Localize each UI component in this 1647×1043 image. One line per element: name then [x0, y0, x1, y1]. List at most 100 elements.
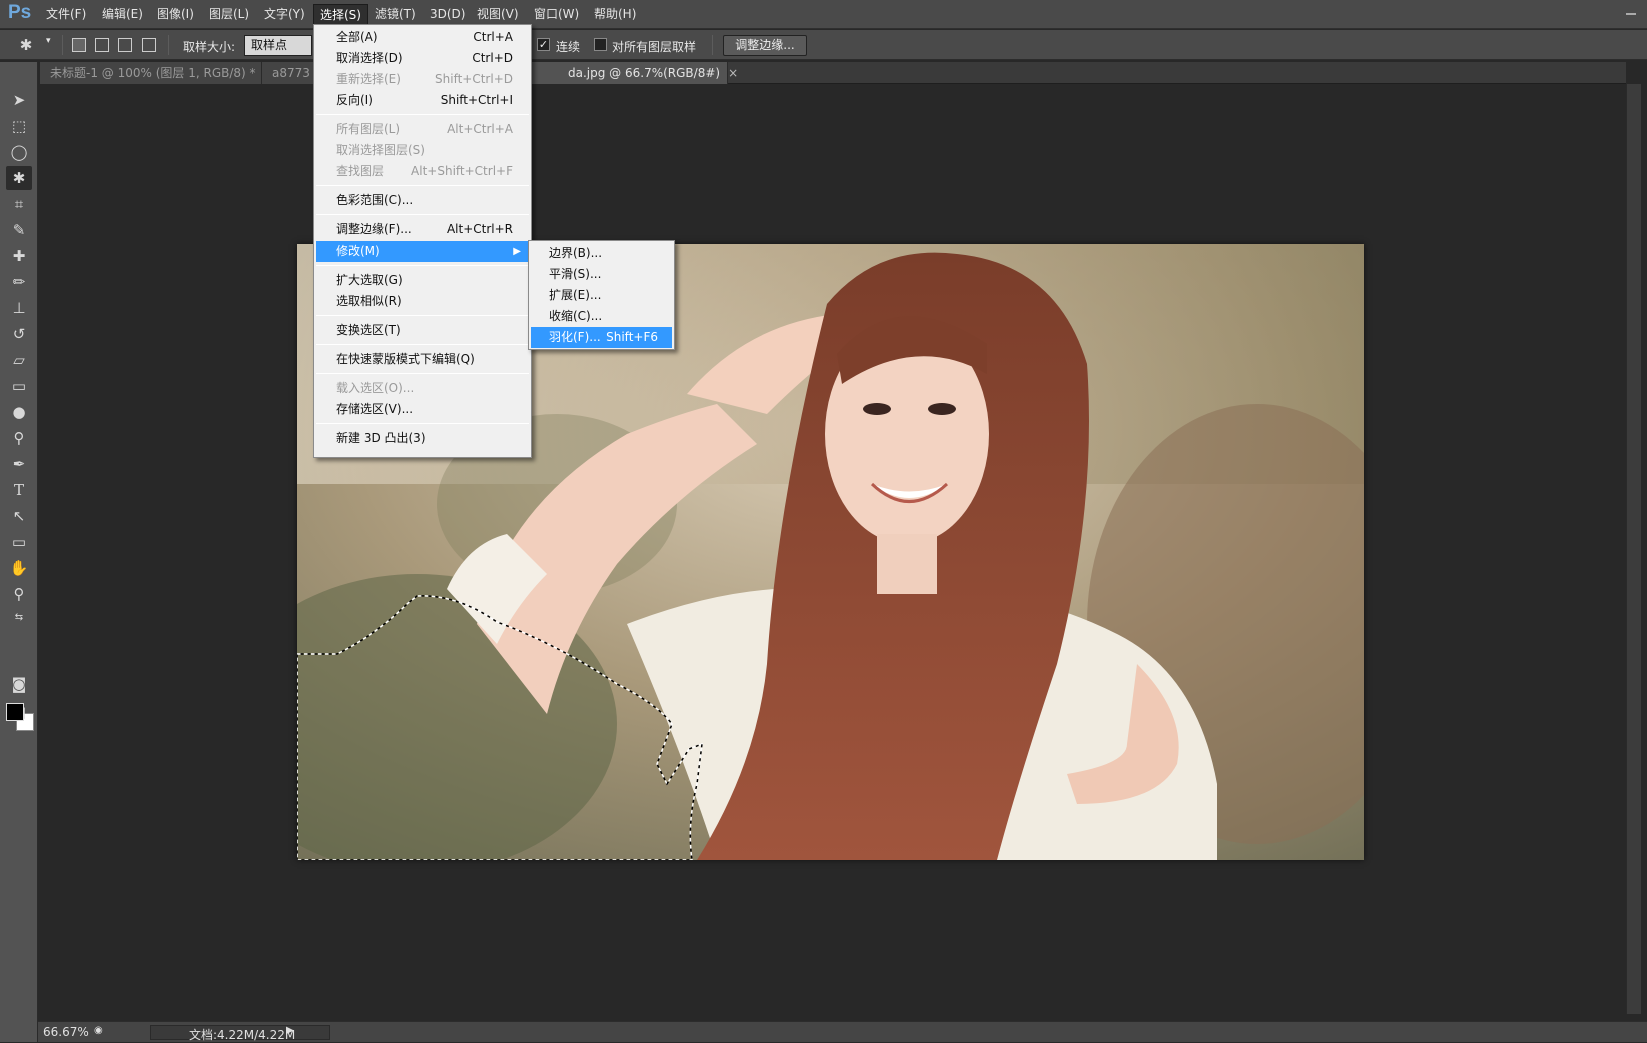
sample-size-select[interactable]: 取样点 [244, 35, 312, 56]
menu-separator [316, 373, 529, 374]
menu-item-inverse[interactable]: 反向(I) Shift+Ctrl+I [316, 90, 529, 111]
marquee-tool-icon[interactable]: ⬚ [6, 114, 32, 138]
tab-label: da.jpg @ 66.7%(RGB/8#) [568, 66, 721, 80]
contiguous-checkbox[interactable]: ✓ [537, 38, 550, 51]
menu-item-quick-mask[interactable]: 在快速蒙版模式下编辑(Q) [316, 349, 529, 370]
rectangle-tool-icon[interactable]: ▭ [6, 530, 32, 554]
menu-item-all-layers[interactable]: 所有图层(L) Alt+Ctrl+A [316, 119, 529, 140]
menu-item-new-3d-extrusion[interactable]: 新建 3D 凸出(3) [316, 428, 529, 449]
menu-window[interactable]: 窗口(W) [528, 4, 585, 25]
subtract-from-selection-icon[interactable] [118, 38, 132, 52]
swap-colors-icon[interactable]: ⇆ [6, 610, 32, 626]
separator [712, 35, 713, 55]
tab-label: a8773 [272, 66, 310, 80]
select-menu-dropdown: 全部(A) Ctrl+A 取消选择(D) Ctrl+D 重新选择(E) Shift+C… [313, 24, 532, 458]
menu-3d[interactable]: 3D(D) [424, 4, 471, 25]
menu-separator [316, 185, 529, 186]
menu-image[interactable]: 图像(I) [151, 4, 200, 25]
tools-panel: ➤ ⬚ ◯ ✱ ⌗ ✎ ✚ ✏ ⊥ ↺ ▱ ▭ ● ⚲ ✒ T ↖ ▭ ✋ ⚲ … [0, 62, 38, 1042]
close-icon[interactable]: × [728, 66, 738, 80]
preset-dropdown-icon[interactable]: ▾ [46, 36, 51, 46]
status-info-field: 文档:4.22M/4.22M [150, 1025, 330, 1042]
history-brush-tool-icon[interactable]: ↺ [6, 322, 32, 346]
submenu-item-contract[interactable]: 收缩(C)... [531, 306, 672, 327]
separator [168, 35, 169, 55]
menu-filter[interactable]: 滤镜(T) [369, 4, 422, 25]
menu-item-load-selection[interactable]: 载入选区(O)... [316, 378, 529, 399]
menu-separator [316, 114, 529, 115]
menu-item-deselect[interactable]: 取消选择(D) Ctrl+D [316, 48, 529, 69]
foreground-color-swatch[interactable] [6, 703, 24, 721]
menu-separator [316, 423, 529, 424]
zoom-level[interactable]: 66.67% [43, 1025, 89, 1039]
refine-edge-button[interactable]: 调整边缘... [723, 35, 807, 56]
menu-item-grow[interactable]: 扩大选取(G) [316, 270, 529, 291]
new-selection-icon[interactable] [72, 38, 86, 52]
add-to-selection-icon[interactable] [95, 38, 109, 52]
menu-separator [316, 344, 529, 345]
pen-tool-icon[interactable]: ✒ [6, 452, 32, 476]
magic-wand-preset-icon[interactable]: ✱ [14, 33, 38, 57]
menu-item-refine-edge[interactable]: 调整边缘(F)... Alt+Ctrl+R [316, 219, 529, 240]
move-tool-icon[interactable]: ➤ [6, 88, 32, 112]
status-bar: 66.67% ◉ 文档:4.22M/4.22M ▶ [38, 1021, 1647, 1042]
submenu-arrow-icon: ▶ [513, 246, 521, 257]
vertical-scrollbar[interactable] [1626, 84, 1641, 1014]
status-info-icon[interactable]: ◉ [94, 1025, 103, 1036]
magic-wand-tool-icon[interactable]: ✱ [6, 166, 32, 190]
menu-separator [316, 315, 529, 316]
menu-layer[interactable]: 图层(L) [203, 4, 255, 25]
menu-bar: Ps 文件(F) 编辑(E) 图像(I) 图层(L) 文字(Y) 选择(S) 滤… [0, 0, 1647, 29]
document-size: 文档:4.22M/4.22M [189, 1028, 296, 1042]
healing-brush-tool-icon[interactable]: ✚ [6, 244, 32, 268]
menu-edit[interactable]: 编辑(E) [96, 4, 149, 25]
type-tool-icon[interactable]: T [6, 478, 32, 502]
status-menu-arrow-icon[interactable]: ▶ [286, 1025, 294, 1036]
menu-item-find-layers[interactable]: 查找图层 Alt+Shift+Ctrl+F [316, 161, 529, 182]
menu-view[interactable]: 视图(V) [471, 4, 525, 25]
menu-help[interactable]: 帮助(H) [588, 4, 642, 25]
sample-size-label: 取样大小: [183, 40, 236, 54]
tab-label: 未标题-1 @ 100% (图层 1, RGB/8) * [50, 66, 256, 80]
crop-tool-icon[interactable]: ⌗ [6, 192, 32, 216]
submenu-item-smooth[interactable]: 平滑(S)... [531, 264, 672, 285]
sample-all-layers-label: 对所有图层取样 [612, 40, 697, 54]
eraser-tool-icon[interactable]: ▱ [6, 348, 32, 372]
menu-item-modify[interactable]: 修改(M) ▶ [316, 241, 529, 262]
contiguous-label: 连续 [556, 40, 581, 54]
hand-tool-icon[interactable]: ✋ [6, 556, 32, 580]
submenu-item-border[interactable]: 边界(B)... [531, 243, 672, 264]
separator [62, 35, 63, 55]
quick-mask-icon[interactable]: ◙ [6, 672, 32, 696]
menu-item-save-selection[interactable]: 存储选区(V)... [316, 399, 529, 420]
options-bar: ✱ ▾ 取样大小: 取样点 ✓ 连续 对所有图层取样 调整边缘... [0, 30, 1647, 60]
minimize-icon [1626, 13, 1636, 15]
minimize-button[interactable] [1617, 0, 1645, 29]
submenu-item-expand[interactable]: 扩展(E)... [531, 285, 672, 306]
tab-active-document[interactable]: da.jpg @ 66.7%(RGB/8#) × [520, 62, 738, 84]
menu-item-color-range[interactable]: 色彩范围(C)... [316, 190, 529, 211]
sample-all-layers-checkbox[interactable] [594, 38, 607, 51]
tab-untitled[interactable]: 未标题-1 @ 100% (图层 1, RGB/8) *× [40, 62, 274, 84]
gradient-tool-icon[interactable]: ▭ [6, 374, 32, 398]
menu-item-reselect[interactable]: 重新选择(E) Shift+Ctrl+D [316, 69, 529, 90]
blur-tool-icon[interactable]: ● [6, 400, 32, 424]
menu-item-deselect-layers[interactable]: 取消选择图层(S) [316, 140, 529, 161]
photoshop-logo: Ps [8, 2, 32, 23]
menu-file[interactable]: 文件(F) [40, 4, 92, 25]
lasso-tool-icon[interactable]: ◯ [6, 140, 32, 164]
brush-tool-icon[interactable]: ✏ [6, 270, 32, 294]
eyedropper-tool-icon[interactable]: ✎ [6, 218, 32, 242]
clone-stamp-tool-icon[interactable]: ⊥ [6, 296, 32, 320]
menu-item-transform-selection[interactable]: 变换选区(T) [316, 320, 529, 341]
submenu-item-feather[interactable]: 羽化(F)... Shift+F6 [531, 327, 672, 348]
path-selection-tool-icon[interactable]: ↖ [6, 504, 32, 528]
menu-item-all[interactable]: 全部(A) Ctrl+A [316, 27, 529, 48]
menu-item-similar[interactable]: 选取相似(R) [316, 291, 529, 312]
menu-select[interactable]: 选择(S) [313, 4, 368, 25]
intersect-selection-icon[interactable] [142, 38, 156, 52]
modify-submenu: 边界(B)... 平滑(S)... 扩展(E)... 收缩(C)... 羽化(F… [528, 240, 675, 350]
zoom-tool-icon[interactable]: ⚲ [6, 582, 32, 606]
dodge-tool-icon[interactable]: ⚲ [6, 426, 32, 450]
menu-type[interactable]: 文字(Y) [258, 4, 311, 25]
